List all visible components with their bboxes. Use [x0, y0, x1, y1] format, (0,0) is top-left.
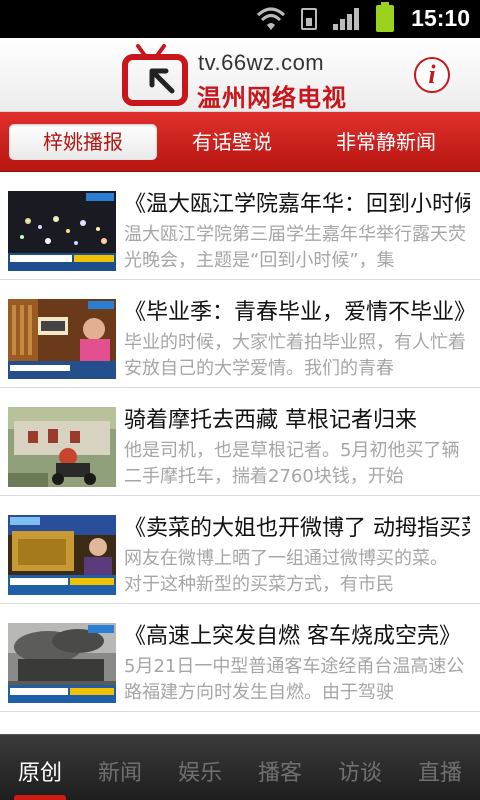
- news-summary: 5月21日一中型普通客车途经甬台温高速公路福建方向时发生自燃。由于驾驶: [124, 656, 465, 703]
- bottom-nav: 原创 新闻 娱乐 播客 访谈 直播: [0, 734, 480, 800]
- news-title: 《温大瓯江学院嘉年华：回到小时候》: [124, 192, 470, 217]
- tab-feichangjing-news[interactable]: 非常静新闻: [306, 124, 466, 160]
- nav-original[interactable]: 原创: [0, 755, 80, 787]
- nav-live[interactable]: 直播: [400, 755, 480, 787]
- logo-brand-text: 温州网络电视: [197, 84, 347, 112]
- tab-ziyao-report[interactable]: 梓姚播报: [9, 124, 157, 160]
- info-button[interactable]: i: [414, 57, 450, 93]
- list-item[interactable]: 《毕业季：青春毕业，爱情不毕业》 毕业的时候，大家忙着拍毕业照，有人忙着安放自己…: [0, 280, 480, 388]
- sim-icon: [301, 8, 317, 30]
- news-title: 《毕业季：青春毕业，爱情不毕业》: [124, 300, 470, 325]
- app-header: tv.66wz.com 温州网络电视 i: [0, 38, 480, 112]
- news-list: 《温大瓯江学院嘉年华：回到小时候》 温大瓯江学院第三届学生嘉年华举行露天荧光晚会…: [0, 172, 480, 734]
- category-tabs: 梓姚播报 有话壁说 非常静新闻: [0, 112, 480, 172]
- news-title: 《高速上突发自燃 客车烧成空壳》: [124, 624, 461, 649]
- news-thumbnail: [8, 623, 116, 703]
- news-thumbnail: [8, 515, 116, 595]
- nav-podcast[interactable]: 播客: [240, 755, 320, 787]
- nav-entertainment[interactable]: 娱乐: [160, 755, 240, 787]
- list-item[interactable]: 《卖菜的大姐也开微博了 动拇指买菜》 网友在微博上晒了一组通过微博买的菜。 对于…: [0, 496, 480, 604]
- nav-interview[interactable]: 访谈: [320, 755, 400, 787]
- active-tab-indicator: [14, 795, 66, 800]
- news-thumbnail: [8, 191, 116, 271]
- news-summary: 温大瓯江学院第三届学生嘉年华举行露天荧光晚会，主题是“回到小时候”，集: [124, 224, 466, 271]
- nav-news[interactable]: 新闻: [80, 755, 160, 787]
- battery-icon: [376, 2, 394, 32]
- news-summary: 毕业的时候，大家忙着拍毕业照，有人忙着安放自己的大学爱情。我们的青春: [124, 332, 466, 379]
- list-item[interactable]: 《高速上突发自燃 客车烧成空壳》 5月21日一中型普通客车途经甬台温高速公路福建…: [0, 604, 480, 712]
- clock: 15:10: [411, 5, 470, 31]
- news-thumbnail: [8, 299, 116, 379]
- news-summary: 网友在微博上晒了一组通过微博买的菜。 对于这种新型的买菜方式，有市民: [124, 548, 448, 595]
- info-icon: i: [428, 60, 436, 89]
- logo-url-text: tv.66wz.com: [198, 50, 325, 75]
- news-thumbnail: [8, 407, 116, 487]
- news-summary: 他是司机，也是草根记者。5月初他买了辆二手摩托车，揣着2760块钱，开始: [124, 440, 460, 487]
- tab-youhua-bishuo[interactable]: 有话壁说: [162, 124, 302, 160]
- news-title: 《卖菜的大姐也开微博了 动拇指买菜》: [124, 516, 470, 541]
- signal-icon: [333, 8, 359, 30]
- list-item[interactable]: 《温大瓯江学院嘉年华：回到小时候》 温大瓯江学院第三届学生嘉年华举行露天荧光晚会…: [0, 172, 480, 280]
- news-title: 骑着摩托去西藏 草根记者归来: [124, 408, 417, 433]
- wifi-icon: [256, 7, 286, 30]
- tv-logo-icon: [122, 44, 188, 106]
- status-bar: 15:10: [0, 0, 480, 38]
- list-item[interactable]: 骑着摩托去西藏 草根记者归来 他是司机，也是草根记者。5月初他买了辆二手摩托车，…: [0, 388, 480, 496]
